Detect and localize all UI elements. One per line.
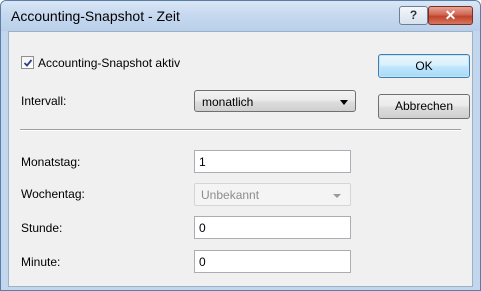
dialog-content: Accounting-Snapshot aktiv Intervall: mon… <box>8 31 473 287</box>
interval-select-value: monatlich <box>202 95 254 109</box>
minute-value: 0 <box>199 255 206 269</box>
wochentag-label: Wochentag: <box>21 187 85 201</box>
stunde-value: 0 <box>199 221 206 235</box>
ok-button[interactable]: OK <box>378 54 470 78</box>
checkmark-icon <box>23 59 33 67</box>
help-icon: ? <box>409 8 418 22</box>
help-button[interactable]: ? <box>399 6 428 25</box>
close-button[interactable]: ✕ <box>428 6 473 25</box>
cancel-button[interactable]: Abbrechen <box>378 94 470 119</box>
interval-label: Intervall: <box>21 94 67 108</box>
stunde-label: Stunde: <box>21 221 63 235</box>
snapshot-active-label[interactable]: Accounting-Snapshot aktiv <box>38 56 180 70</box>
close-icon: ✕ <box>444 7 457 23</box>
dialog-window: Accounting-Snapshot - Zeit ? ✕ Accountin… <box>0 0 481 291</box>
title-bar[interactable]: Accounting-Snapshot - Zeit ? ✕ <box>1 1 480 31</box>
window-title: Accounting-Snapshot - Zeit <box>11 8 180 24</box>
divider <box>20 129 461 131</box>
snapshot-active-checkbox[interactable] <box>21 56 34 69</box>
monatstag-value: 1 <box>199 155 206 169</box>
interval-select[interactable]: monatlich <box>194 90 356 112</box>
monatstag-label: Monatstag: <box>21 155 81 169</box>
minute-field[interactable]: 0 <box>194 250 351 273</box>
wochentag-select[interactable]: Unbekannt <box>194 183 351 206</box>
chevron-down-icon <box>340 100 348 105</box>
stunde-field[interactable]: 0 <box>194 216 351 239</box>
chevron-down-icon <box>333 194 341 198</box>
monatstag-field[interactable]: 1 <box>194 150 351 173</box>
wochentag-value: Unbekannt <box>201 188 260 202</box>
minute-label: Minute: <box>21 255 61 269</box>
